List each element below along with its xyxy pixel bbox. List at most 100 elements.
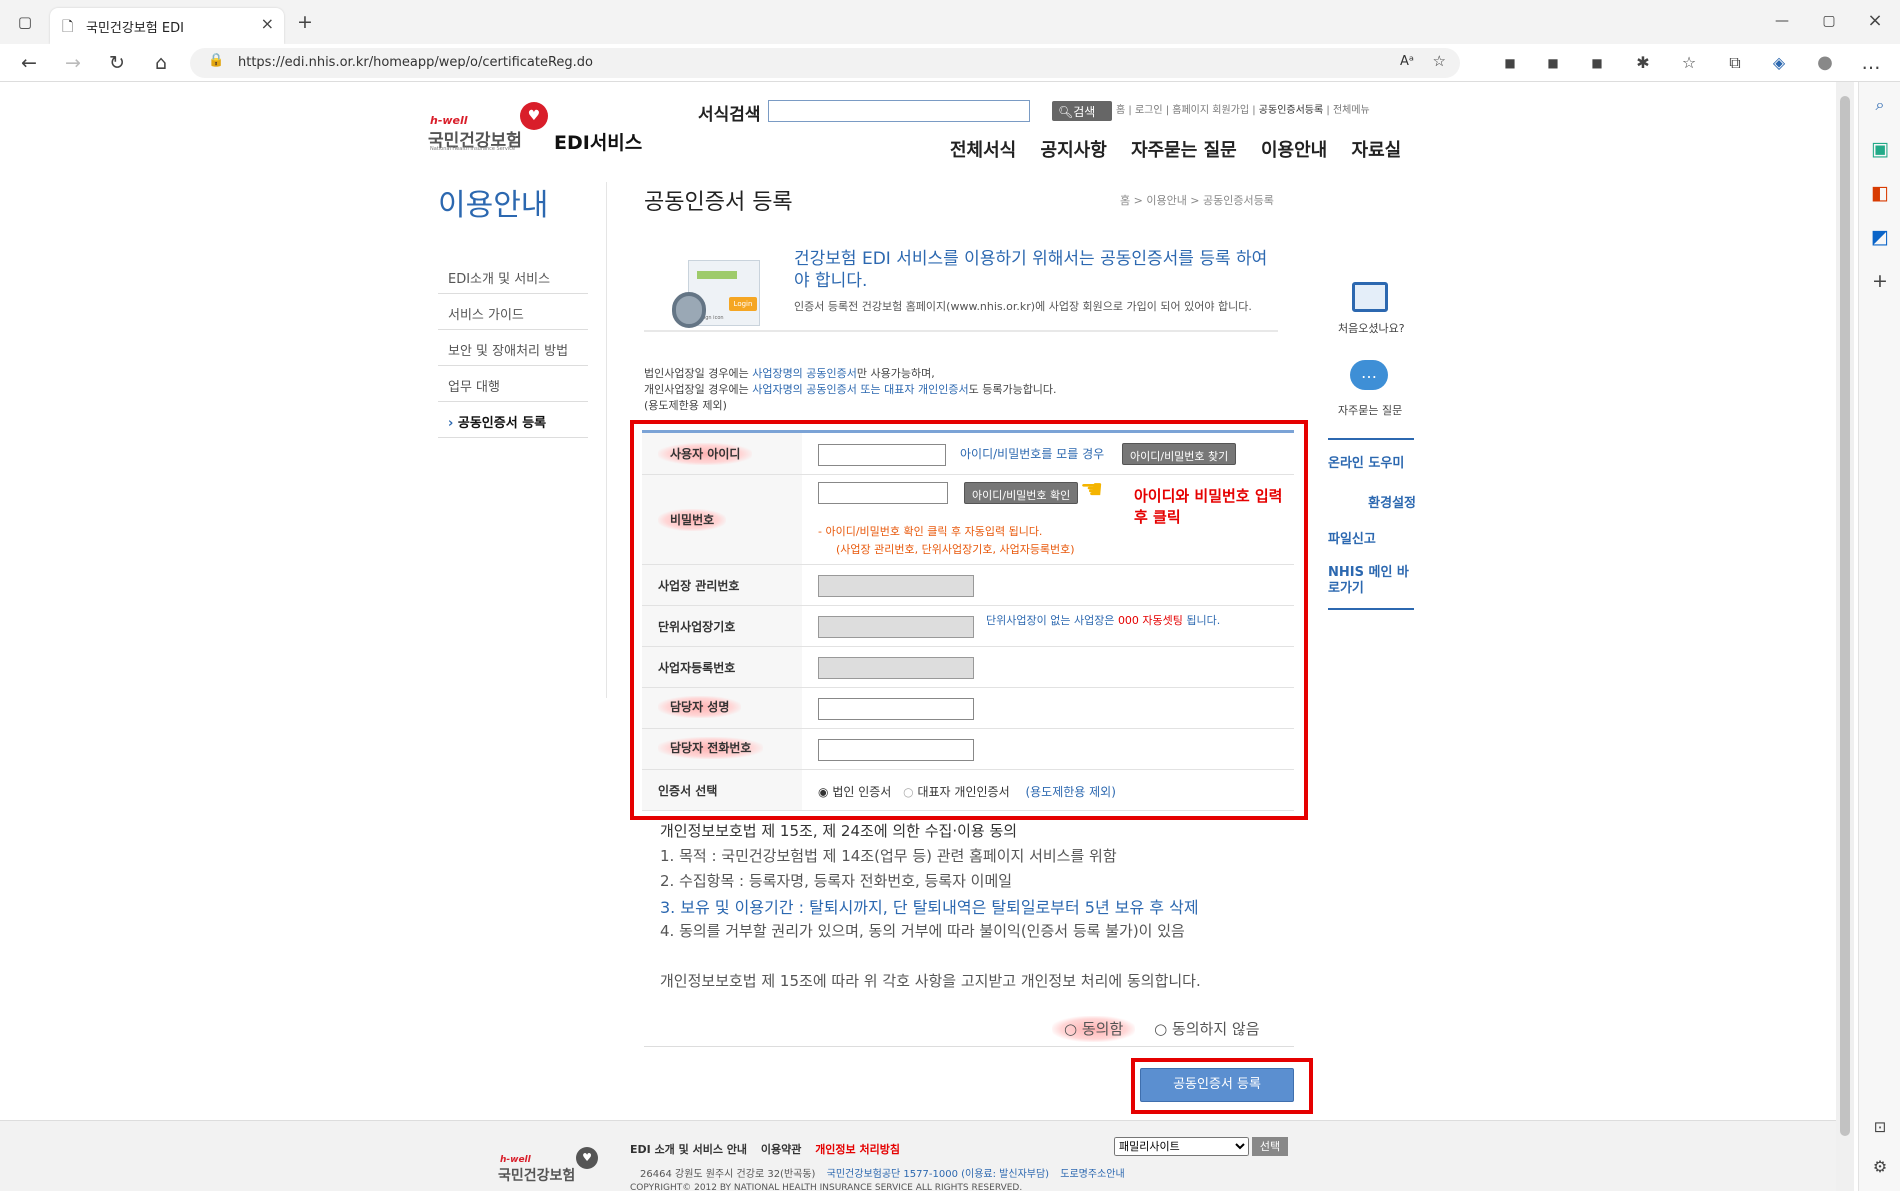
- sidebar-layout-icon[interactable]: ⊡: [1865, 1112, 1895, 1142]
- edge-sidebar: ⌕ ▣ ◧ ◩ + ⊡ ⚙: [1858, 82, 1900, 1191]
- left-nav-item-security[interactable]: 보안 및 장애처리 방법: [438, 330, 588, 366]
- padlock-icon: [672, 292, 706, 328]
- cert-notes: 법인사업장일 경우에는 사업장명의 공동인증서만 사용가능하며, 개인사업장일 …: [644, 366, 1057, 414]
- note1-link: 사업장명의 공동인증서: [752, 367, 857, 380]
- footer-link-terms[interactable]: 이용약관: [761, 1143, 801, 1156]
- gnb: 전체서식 공지사항 자주묻는 질문 이용안내 자료실: [950, 136, 1401, 162]
- left-nav-item-agency[interactable]: 업무 대행: [438, 366, 588, 402]
- family-site-select[interactable]: 패밀리사이트: [1114, 1137, 1249, 1156]
- util-links: 홈 | 로그인 | 홈페이지 회원가입 | 공동인증서등록 | 전체메뉴: [1116, 105, 1370, 116]
- back-icon[interactable]: ←: [14, 48, 44, 78]
- family-site-select-button[interactable]: 선택: [1252, 1137, 1288, 1156]
- agree-label: 동의함: [1081, 1020, 1124, 1038]
- quick-online-help[interactable]: 온라인 도우미: [1328, 452, 1414, 471]
- favorites-icon[interactable]: ☆: [1674, 48, 1704, 78]
- lock-icon: 🔒: [208, 53, 225, 68]
- maximize-icon[interactable]: ▢: [1814, 6, 1844, 36]
- quick-file-report[interactable]: 파일신고: [1328, 528, 1414, 547]
- read-aloud-icon[interactable]: Aᵃ: [1400, 54, 1414, 69]
- left-nav-label: 보안 및 장애처리 방법: [448, 344, 569, 359]
- note1-c: 만 사용가능하며,: [856, 367, 935, 380]
- util-home[interactable]: 홈: [1116, 105, 1125, 116]
- tools-icon[interactable]: ▣: [1865, 134, 1895, 164]
- footer-link-intro[interactable]: EDI 소개 및 서비스 안내: [630, 1143, 747, 1156]
- url-text[interactable]: https://edi.nhis.or.kr/homeapp/wep/o/cer…: [238, 55, 593, 70]
- quick-settings[interactable]: 환경설정: [1346, 492, 1416, 511]
- home-icon[interactable]: ⌂: [146, 48, 176, 78]
- minimize-icon[interactable]: —: [1767, 6, 1797, 36]
- outlook-icon[interactable]: ◩: [1865, 222, 1895, 252]
- footer-link-privacy[interactable]: 개인정보 처리방침: [815, 1143, 900, 1156]
- gnb-guide[interactable]: 이용안내: [1261, 140, 1327, 161]
- faq-label[interactable]: 자주묻는 질문: [1338, 402, 1402, 418]
- url-bar[interactable]: 🔒 https://edi.nhis.or.kr/homeapp/wep/o/c…: [190, 48, 1460, 78]
- add-sidebar-icon[interactable]: +: [1865, 266, 1895, 296]
- consent-item-3: 3. 보유 및 이용기간 : 탈퇴시까지, 단 탈퇴내역은 탈퇴일로부터 5년 …: [660, 898, 1199, 917]
- extension-ii-icon[interactable]: ■: [1582, 48, 1612, 78]
- browser-tab-bar: ▢ 🗋 국민건강보험 EDI × + — ▢ ×: [0, 0, 1900, 44]
- logo-heart-icon: ♥: [520, 102, 548, 130]
- consent-options: ○ 동의함 ○ 동의하지 않음: [1052, 1016, 1260, 1042]
- util-all-menu[interactable]: 전체메뉴: [1333, 105, 1370, 116]
- chevron-right-icon: ›: [448, 416, 458, 431]
- search-button[interactable]: 🔍︎검색: [1052, 101, 1112, 121]
- search-sidebar-icon[interactable]: ⌕: [1865, 90, 1895, 120]
- disagree-radio[interactable]: ○: [1154, 1020, 1167, 1038]
- intro-box: Login design icon 건강보험 EDI 서비스를 이용하기 위해서…: [644, 248, 1278, 332]
- quick-divider-bottom: [1328, 608, 1414, 610]
- util-signup[interactable]: 홈페이지 회원가입: [1172, 105, 1249, 116]
- gnb-faq[interactable]: 자주묻는 질문: [1131, 140, 1237, 161]
- note-personal: 개인사업장일 경우에는 사업자명의 공동인증서 또는 대표자 개인인증서도 등록…: [644, 382, 1057, 398]
- browser-tab[interactable]: 🗋 국민건강보험 EDI ×: [50, 8, 284, 44]
- consent-divider: [644, 1046, 1294, 1047]
- office-icon[interactable]: ◧: [1865, 178, 1895, 208]
- footer-contact: 국민건강보험공단 1577-1000 (이용료: 발신자부담): [826, 1169, 1050, 1180]
- monitor-icon: [1352, 282, 1388, 312]
- note2-link: 사업자명의 공동인증서 또는 대표자 개인인증서: [752, 383, 969, 396]
- scrollbar-thumb[interactable]: [1840, 96, 1850, 1136]
- util-login[interactable]: 로그인: [1135, 105, 1163, 116]
- window-close-icon[interactable]: ×: [1860, 6, 1890, 36]
- page-scrollbar[interactable]: [1836, 82, 1854, 1191]
- new-tab-icon[interactable]: +: [290, 7, 320, 37]
- left-nav-item-cert-reg[interactable]: › 공동인증서 등록: [438, 402, 588, 438]
- left-nav-title: 이용안내: [438, 188, 549, 223]
- agree-option[interactable]: ○ 동의함: [1052, 1016, 1136, 1042]
- consent-item-1: 1. 목적 : 국민건강보험법 제 14조(업무 등) 관련 홈페이지 서비스를…: [660, 847, 1117, 865]
- collections-icon[interactable]: ⧉: [1720, 48, 1750, 78]
- settings-gear-icon[interactable]: ⚙: [1865, 1152, 1895, 1182]
- illus-bar: [697, 271, 737, 279]
- footer: h-well ♥ 국민건강보험 EDI 소개 및 서비스 안내 이용약관 개인정…: [0, 1120, 1836, 1193]
- util-cert-reg[interactable]: 공동인증서등록: [1259, 105, 1323, 116]
- register-cert-button[interactable]: 공동인증서 등록: [1140, 1068, 1294, 1102]
- favorite-add-icon[interactable]: ☆: [1433, 52, 1446, 70]
- extension-s-icon[interactable]: ■: [1538, 48, 1568, 78]
- left-nav-item-edi-intro[interactable]: EDI소개 및 서비스: [438, 258, 588, 294]
- breadcrumb: 홈 > 이용안내 > 공동인증서등록: [1120, 194, 1274, 207]
- service-name: EDI서비스: [554, 132, 643, 154]
- quick-nhis-main[interactable]: NHIS 메인 바로가기: [1328, 565, 1414, 597]
- extension-icon[interactable]: ■: [1495, 48, 1525, 78]
- form-highlight-rect: [630, 420, 1308, 820]
- consent-statement: 개인정보보호법 제 15조에 따라 위 각호 사항을 고지받고 개인정보 처리에…: [660, 972, 1201, 990]
- gnb-notice[interactable]: 공지사항: [1041, 140, 1107, 161]
- gnb-all-forms[interactable]: 전체서식: [950, 140, 1016, 161]
- forward-icon[interactable]: →: [58, 48, 88, 78]
- browser-essentials-icon[interactable]: ◈: [1764, 48, 1794, 78]
- tab-actions-icon[interactable]: ▢: [10, 7, 40, 37]
- page-icon: 🗋: [62, 19, 74, 35]
- left-nav-label: EDI소개 및 서비스: [448, 272, 551, 287]
- more-menu-icon[interactable]: …: [1856, 48, 1886, 78]
- illus-login-badge: Login: [729, 297, 757, 311]
- profile-avatar-icon[interactable]: ●: [1810, 48, 1840, 78]
- first-visit-label[interactable]: 처음오셨나요?: [1338, 320, 1405, 336]
- refresh-icon[interactable]: ↻: [102, 48, 132, 78]
- footer-road-address[interactable]: 도로명주소안내: [1060, 1169, 1124, 1180]
- close-tab-icon[interactable]: ×: [261, 14, 274, 33]
- agree-radio[interactable]: ○: [1064, 1020, 1077, 1038]
- extensions-puzzle-icon[interactable]: ✱: [1628, 48, 1658, 78]
- left-nav-item-service-guide[interactable]: 서비스 가이드: [438, 294, 588, 330]
- intro-heading: 건강보험 EDI 서비스를 이용하기 위해서는 공동인증서를 등록 하여야 합니…: [794, 249, 1268, 291]
- form-search-input[interactable]: [768, 100, 1030, 122]
- gnb-library[interactable]: 자료실: [1352, 140, 1402, 161]
